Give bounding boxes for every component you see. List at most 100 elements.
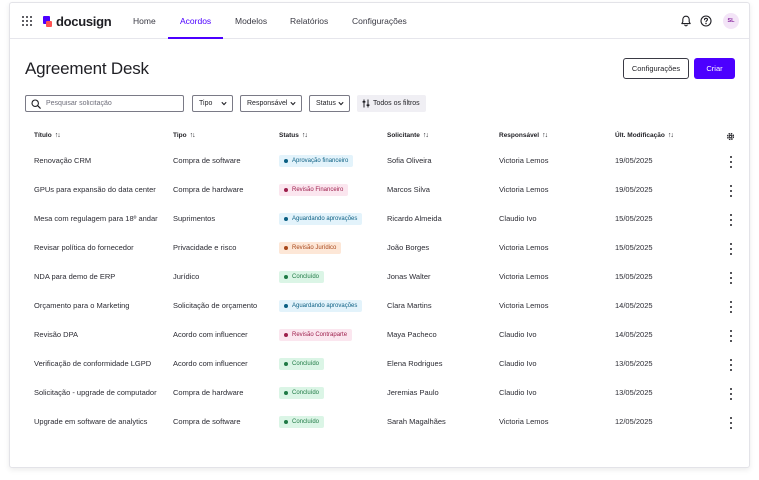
nav-tab-relatorios[interactable]: Relatórios <box>290 3 328 39</box>
table-row[interactable]: Solicitação - upgrade de computador Comp… <box>25 380 737 409</box>
user-avatar[interactable]: SL <box>723 13 739 29</box>
nav-tab-modelos[interactable]: Modelos <box>235 3 267 39</box>
cell-solicitante: Maya Pacheco <box>387 330 437 339</box>
cell-responsavel: Victoria Lemos <box>499 185 549 194</box>
bell-icon[interactable] <box>680 15 692 27</box>
kebab-menu-icon[interactable] <box>729 156 733 168</box>
criar-button[interactable]: Criar <box>694 58 735 79</box>
status-badge: Aprovação financeiro <box>279 155 354 167</box>
app-window: docusign Home Acordos Modelos Relatórios… <box>9 2 750 468</box>
cell-titulo[interactable]: GPUs para expansão do data center <box>34 185 156 194</box>
cell-titulo[interactable]: Upgrade em software de analytics <box>34 417 147 426</box>
kebab-menu-icon[interactable] <box>729 359 733 371</box>
sort-icon: ↑↓ <box>54 132 61 139</box>
configuracoes-button[interactable]: Configurações <box>623 58 689 79</box>
column-header-tipo[interactable]: Tipo ↑↓ <box>173 132 196 139</box>
cell-titulo[interactable]: Solicitação - upgrade de computador <box>34 388 157 397</box>
cell-status: Revisão Jurídico <box>279 242 342 254</box>
all-filters-label: Todos os filtros <box>373 100 420 107</box>
cell-tipo: Acordo com influencer <box>173 330 248 339</box>
cell-titulo[interactable]: Verificação de conformidade LGPD <box>34 359 151 368</box>
table-row[interactable]: Orçamento para o Marketing Solicitação d… <box>25 293 737 322</box>
search-box[interactable] <box>25 95 184 112</box>
cell-titulo[interactable]: Revisão DPA <box>34 330 78 339</box>
kebab-menu-icon[interactable] <box>729 272 733 284</box>
all-filters-button[interactable]: Todos os filtros <box>357 95 426 112</box>
cell-responsavel: Victoria Lemos <box>499 417 549 426</box>
cell-solicitante: Sofia Oliveira <box>387 156 432 165</box>
cell-tipo: Compra de software <box>173 156 241 165</box>
cell-modificacao: 14/05/2025 <box>615 330 653 339</box>
table-row[interactable]: NDA para demo de ERP Jurídico Concluído … <box>25 264 737 293</box>
cell-solicitante: Clara Martins <box>387 301 432 310</box>
kebab-menu-icon[interactable] <box>729 417 733 429</box>
cell-solicitante: João Borges <box>387 243 430 252</box>
table-row[interactable]: Revisão DPA Acordo com influencer Revisã… <box>25 322 737 351</box>
status-filter-dropdown[interactable]: Status <box>309 95 350 112</box>
cell-titulo[interactable]: Orçamento para o Marketing <box>34 301 129 310</box>
cell-modificacao: 13/05/2025 <box>615 359 653 368</box>
kebab-menu-icon[interactable] <box>729 214 733 226</box>
cell-titulo[interactable]: Mesa com regulagem para 18º andar <box>34 214 158 223</box>
status-badge: Concluído <box>279 358 325 370</box>
docusign-logo-icon <box>43 15 52 27</box>
cell-titulo[interactable]: Renovação CRM <box>34 156 91 165</box>
brand-name: docusign <box>56 13 112 29</box>
column-header-titulo[interactable]: Título ↑↓ <box>34 132 61 139</box>
kebab-menu-icon[interactable] <box>729 388 733 400</box>
kebab-menu-icon[interactable] <box>729 301 733 313</box>
cell-status: Revisão Financeiro <box>279 184 349 196</box>
cell-solicitante: Jeremias Paulo <box>387 388 439 397</box>
tipo-filter-label: Tipo <box>199 100 213 107</box>
gear-icon[interactable] <box>726 132 735 141</box>
kebab-menu-icon[interactable] <box>729 243 733 255</box>
cell-titulo[interactable]: NDA para demo de ERP <box>34 272 115 281</box>
chevron-down-icon <box>221 101 227 106</box>
kebab-menu-icon[interactable] <box>729 185 733 197</box>
table-row[interactable]: Mesa com regulagem para 18º andar Suprim… <box>25 206 737 235</box>
column-header-responsavel[interactable]: Responsável ↑↓ <box>499 132 548 139</box>
sort-icon: ↑↓ <box>301 132 308 139</box>
nav-tab-configuracoes[interactable]: Configurações <box>352 3 407 39</box>
table-row[interactable]: Revisar política do fornecedor Privacida… <box>25 235 737 264</box>
cell-responsavel: Victoria Lemos <box>499 301 549 310</box>
status-badge: Concluído <box>279 416 325 428</box>
cell-tipo: Compra de hardware <box>173 388 244 397</box>
tipo-filter-dropdown[interactable]: Tipo <box>192 95 233 112</box>
cell-tipo: Privacidade e risco <box>173 243 237 252</box>
cell-status: Concluído <box>279 416 325 428</box>
apps-grid-icon[interactable] <box>22 16 32 26</box>
column-header-label: Tipo <box>173 132 187 139</box>
nav-tab-acordos[interactable]: Acordos <box>167 3 224 39</box>
cell-status: Concluído <box>279 358 325 370</box>
cell-tipo: Compra de hardware <box>173 185 244 194</box>
column-header-status[interactable]: Status ↑↓ <box>279 132 308 139</box>
responsavel-filter-dropdown[interactable]: Responsável <box>240 95 302 112</box>
table-row[interactable]: Renovação CRM Compra de software Aprovaç… <box>25 148 737 177</box>
cell-solicitante: Jonas Walter <box>387 272 431 281</box>
cell-modificacao: 19/05/2025 <box>615 185 653 194</box>
cell-modificacao: 15/05/2025 <box>615 243 653 252</box>
cell-tipo: Jurídico <box>173 272 200 281</box>
status-badge: Concluído <box>279 271 325 283</box>
cell-responsavel: Claudio Ivo <box>499 214 537 223</box>
cell-responsavel: Claudio Ivo <box>499 330 537 339</box>
search-input[interactable] <box>46 96 180 111</box>
cell-tipo: Solicitação de orçamento <box>173 301 258 310</box>
column-header-label: Solicitante <box>387 132 420 139</box>
column-header-solicitante[interactable]: Solicitante ↑↓ <box>387 132 429 139</box>
column-header-label: Status <box>279 132 299 139</box>
cell-modificacao: 15/05/2025 <box>615 272 653 281</box>
help-icon[interactable] <box>700 15 712 27</box>
kebab-menu-icon[interactable] <box>729 330 733 342</box>
cell-solicitante: Sarah Magalhães <box>387 417 446 426</box>
table-row[interactable]: Verificação de conformidade LGPD Acordo … <box>25 351 737 380</box>
nav-tab-home[interactable]: Home <box>133 3 156 39</box>
table-row[interactable]: Upgrade em software de analytics Compra … <box>25 409 737 438</box>
table-row[interactable]: GPUs para expansão do data center Compra… <box>25 177 737 206</box>
cell-solicitante: Elena Rodrigues <box>387 359 443 368</box>
brand-logo[interactable]: docusign <box>43 13 112 29</box>
cell-titulo[interactable]: Revisar política do fornecedor <box>34 243 134 252</box>
column-header-modificacao[interactable]: Últ. Modificação ↑↓ <box>615 132 674 139</box>
search-icon <box>31 99 41 109</box>
